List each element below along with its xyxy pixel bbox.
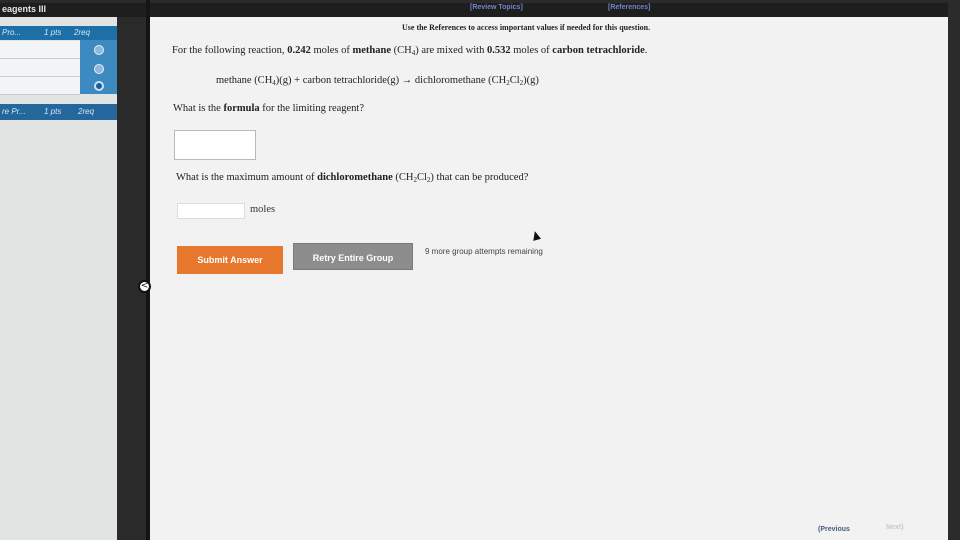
sidebar-subitem-status: [80, 40, 117, 58]
limiting-reagent-question: What is the formula for the limiting rea…: [173, 103, 365, 114]
sidebar-item-points: 1 pts: [44, 28, 62, 37]
submit-answer-button[interactable]: Submit Answer: [177, 246, 283, 274]
limiting-reagent-input[interactable]: [174, 130, 256, 160]
references-notice: Use the References to access important v…: [402, 23, 651, 32]
sidebar-item-points: 1 pts: [44, 107, 62, 116]
reaction-equation: methane (CH4)(g) + carbon tetrachloride(…: [216, 75, 539, 87]
collapse-sidebar-icon[interactable]: <: [138, 280, 151, 293]
previous-button[interactable]: (Previous: [818, 526, 850, 533]
right-edge: [948, 0, 960, 540]
question-panel: [150, 17, 948, 540]
sidebar-item-name: re Pr...: [2, 107, 26, 116]
sidebar: Pro... 1 pts 2req re Pr... 1 pts 2req: [0, 17, 117, 540]
review-topics-link[interactable]: [Review Topics]: [470, 4, 523, 11]
moles-unit-label: moles: [250, 204, 276, 215]
question-intro: For the following reaction, 0.242 moles …: [172, 45, 648, 57]
sidebar-item-2[interactable]: re Pr... 1 pts 2req: [0, 104, 117, 120]
references-link[interactable]: [References]: [608, 4, 650, 11]
attempts-remaining: 9 more group attempts remaining: [425, 247, 543, 256]
app-title: eagents III: [2, 4, 47, 14]
next-button[interactable]: Next): [886, 524, 904, 531]
status-circle-icon: [94, 64, 104, 74]
sidebar-item-req: 2req: [74, 28, 91, 37]
status-circle-icon: [94, 45, 104, 55]
sidebar-subitem-status: [80, 76, 117, 94]
sidebar-item-1[interactable]: Pro... 1 pts 2req: [0, 26, 117, 40]
moles-input[interactable]: [177, 203, 245, 219]
max-amount-question: What is the maximum amount of dichlorome…: [176, 172, 529, 184]
current-circle-icon: [94, 81, 104, 91]
sidebar-subitem-status: [80, 58, 117, 76]
sidebar-subitem-3[interactable]: [0, 77, 80, 95]
sidebar-item-name: Pro...: [2, 28, 22, 37]
sidebar-subitem-2[interactable]: [0, 59, 80, 77]
retry-group-button[interactable]: Retry Entire Group: [293, 243, 413, 270]
sidebar-subitem-1[interactable]: [0, 41, 80, 59]
sidebar-item-req: 2req: [78, 107, 95, 116]
chevron-right-icon: ): [901, 524, 904, 531]
